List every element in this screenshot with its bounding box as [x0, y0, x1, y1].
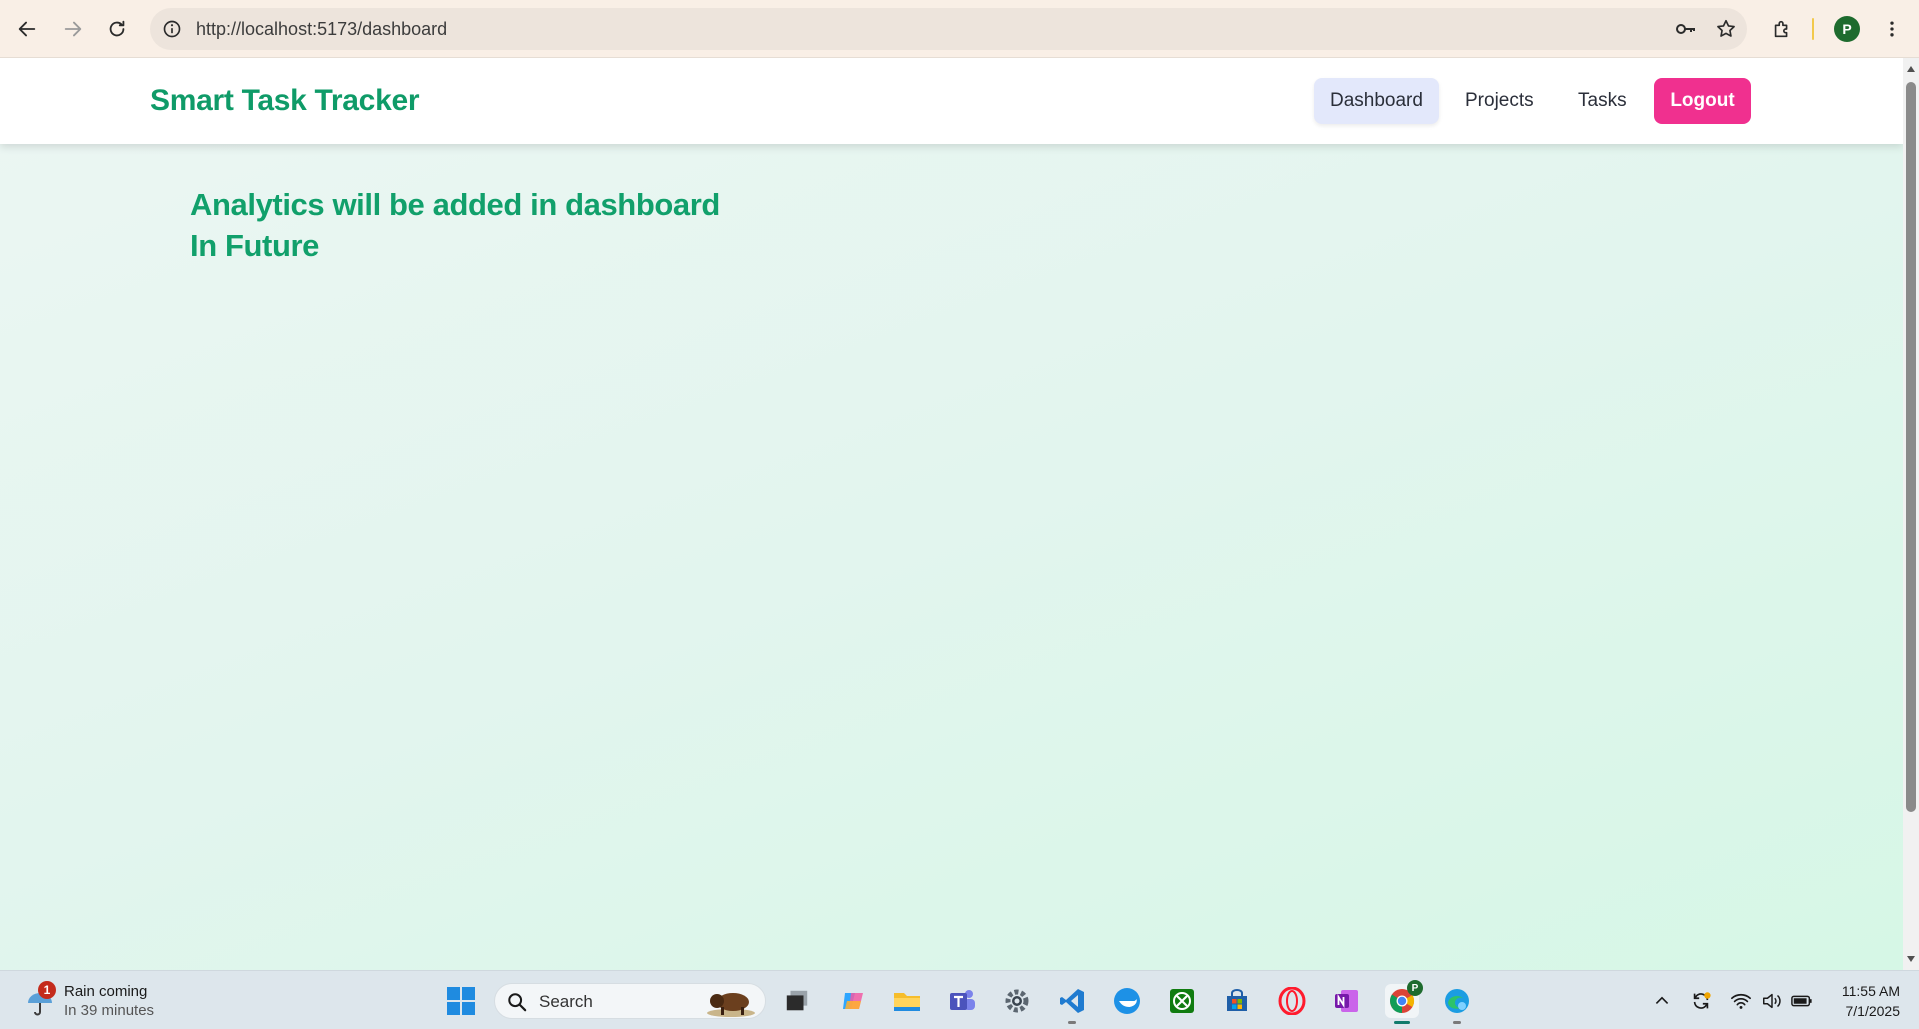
edge-running-indicator	[1453, 1021, 1461, 1024]
scroll-down-arrow-icon[interactable]	[1906, 954, 1916, 964]
address-bar[interactable]: http://localhost:5173/dashboard	[150, 8, 1747, 50]
system-clock[interactable]: 11:55 AM 7/1/2025	[1820, 981, 1900, 1021]
opera-icon[interactable]	[1275, 984, 1309, 1018]
nav-tasks[interactable]: Tasks	[1562, 78, 1643, 124]
url-text[interactable]: http://localhost:5173/dashboard	[196, 19, 447, 40]
more-menu-icon[interactable]	[1876, 13, 1908, 45]
teams-icon[interactable]	[945, 984, 979, 1018]
chrome-running-indicator	[1394, 1021, 1410, 1024]
back-arrow-icon	[18, 21, 36, 37]
page-viewport: Smart Task Tracker Dashboard Projects Ta…	[0, 58, 1903, 970]
weather-alert-badge: 1	[38, 981, 56, 999]
file-explorer-icon[interactable]	[890, 984, 924, 1018]
settings-gear-icon[interactable]	[1000, 984, 1034, 1018]
forward-arrow-icon	[64, 21, 82, 37]
toolbar-divider	[1812, 18, 1814, 40]
extensions-icon[interactable]	[1766, 13, 1798, 45]
weather-title: Rain coming	[64, 983, 148, 1000]
nav-projects[interactable]: Projects	[1449, 78, 1550, 124]
profile-avatar[interactable]: P	[1834, 16, 1860, 42]
chrome-profile-badge: P	[1407, 980, 1423, 996]
scroll-thumb[interactable]	[1906, 82, 1916, 812]
docker-icon[interactable]	[1110, 984, 1144, 1018]
clock-date: 7/1/2025	[1845, 1003, 1901, 1019]
sync-icon[interactable]	[1689, 989, 1713, 1013]
clock-time: 11:55 AM	[1841, 983, 1900, 999]
reload-button[interactable]	[100, 12, 134, 46]
dashboard-placeholder-heading: Analytics will be added in dashboard In …	[190, 184, 720, 266]
nav-dashboard[interactable]: Dashboard	[1314, 78, 1439, 124]
chevron-up-icon[interactable]	[1650, 989, 1674, 1013]
taskbar: 1 Rain coming In 39 minutes Search P 11:…	[0, 970, 1919, 1029]
volume-icon[interactable]	[1760, 989, 1784, 1013]
wifi-icon[interactable]	[1729, 989, 1753, 1013]
vscode-running-indicator	[1068, 1021, 1076, 1024]
copilot-icon[interactable]	[836, 984, 870, 1018]
chrome-icon[interactable]: P	[1385, 980, 1423, 1024]
onenote-icon[interactable]	[1330, 984, 1364, 1018]
reload-icon	[109, 20, 125, 37]
bookmark-star-icon[interactable]	[1714, 17, 1738, 41]
windows-start-icon[interactable]	[444, 984, 478, 1018]
headline-line-1: Analytics will be added in dashboard	[190, 187, 720, 222]
scroll-up-arrow-icon[interactable]	[1906, 64, 1916, 74]
app-brand[interactable]: Smart Task Tracker	[150, 84, 420, 118]
password-key-icon[interactable]	[1674, 17, 1698, 41]
microsoft-store-icon[interactable]	[1220, 984, 1254, 1018]
browser-toolbar: http://localhost:5173/dashboard P	[0, 0, 1919, 58]
back-button[interactable]	[10, 12, 44, 46]
app-header: Smart Task Tracker Dashboard Projects Ta…	[0, 58, 1903, 144]
site-info-icon[interactable]	[160, 17, 184, 41]
search-label: Search	[539, 992, 593, 1011]
headline-line-2: In Future	[190, 228, 319, 263]
taskbar-search[interactable]: Search	[494, 983, 766, 1019]
logout-button[interactable]: Logout	[1654, 78, 1751, 124]
search-icon	[508, 993, 527, 1012]
weather-widget[interactable]: 1 Rain coming In 39 minutes	[22, 979, 154, 1023]
edge-icon[interactable]	[1440, 984, 1474, 1024]
umbrella-icon: 1	[22, 981, 58, 1019]
bison-search-highlight-icon	[707, 993, 755, 1017]
battery-icon[interactable]	[1790, 989, 1814, 1013]
task-view-icon[interactable]	[780, 984, 814, 1018]
weather-subtitle: In 39 minutes	[64, 1002, 155, 1019]
xbox-icon[interactable]	[1165, 984, 1199, 1018]
vscode-icon[interactable]	[1055, 984, 1089, 1024]
page-scrollbar[interactable]	[1903, 58, 1919, 970]
forward-button[interactable]	[56, 12, 90, 46]
